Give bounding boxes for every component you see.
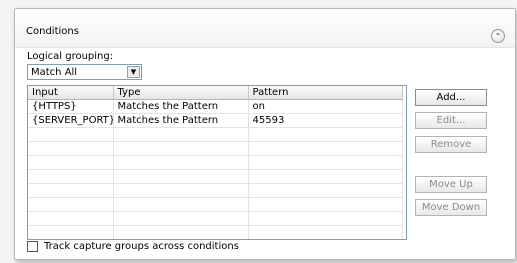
- add-button[interactable]: Add...: [415, 89, 487, 106]
- empty-row: [28, 155, 403, 170]
- empty-row: [28, 211, 403, 226]
- column-header-pattern[interactable]: Pattern: [248, 86, 403, 100]
- table-row[interactable]: {SERVER_PORT} Matches the Pattern 45593: [28, 113, 403, 128]
- panel-title: Conditions: [26, 26, 79, 37]
- empty-row: [28, 169, 403, 184]
- column-header-type[interactable]: Type: [113, 86, 249, 100]
- track-capture-groups-checkbox[interactable]: [27, 241, 38, 252]
- cell-type: Matches the Pattern: [113, 99, 249, 114]
- cell-input: {HTTPS}: [28, 99, 114, 114]
- cell-pattern: 45593: [248, 113, 403, 128]
- dropdown-arrow-icon[interactable]: ▼: [127, 66, 140, 78]
- empty-row: [28, 141, 403, 156]
- conditions-grid: Input Type Pattern {HTTPS} Matches the P…: [27, 85, 407, 240]
- empty-row: [28, 197, 403, 212]
- cell-input: {SERVER_PORT}: [28, 113, 114, 128]
- grid-header-row: Input Type Pattern: [28, 86, 403, 100]
- table-row[interactable]: {HTTPS} Matches the Pattern on: [28, 99, 403, 114]
- track-capture-groups-option[interactable]: Track capture groups across conditions: [27, 241, 239, 252]
- empty-row: [28, 183, 403, 198]
- column-header-input[interactable]: Input: [28, 86, 114, 100]
- empty-row: [28, 225, 403, 239]
- logical-grouping-value: Match All: [31, 67, 78, 78]
- logical-grouping-select[interactable]: Match All ▼: [27, 64, 142, 80]
- chevron-up-icon[interactable]: ⌃: [491, 29, 505, 43]
- cell-pattern: on: [248, 99, 403, 114]
- move-up-button[interactable]: Move Up: [415, 176, 487, 193]
- panel-header: Conditions ⌃: [15, 9, 515, 48]
- logical-grouping-label: Logical grouping:: [27, 51, 114, 62]
- move-down-button[interactable]: Move Down: [415, 199, 487, 216]
- cell-type: Matches the Pattern: [113, 113, 249, 128]
- empty-row: [28, 127, 403, 142]
- edit-button[interactable]: Edit...: [415, 112, 487, 129]
- conditions-panel: Conditions ⌃ Logical grouping: Match All…: [14, 8, 516, 260]
- track-capture-groups-label: Track capture groups across conditions: [44, 241, 239, 252]
- remove-button[interactable]: Remove: [415, 136, 487, 153]
